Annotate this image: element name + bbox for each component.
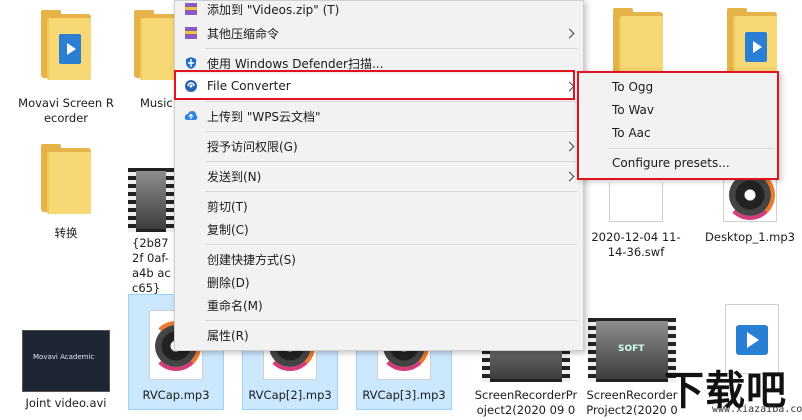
cloud-upload-icon	[183, 108, 199, 124]
item-label: RVCap[2].mp3	[248, 388, 332, 402]
menu-item-copy[interactable]: 复制(C)	[175, 217, 583, 241]
menu-item-other-compress[interactable]: 其他压缩命令	[175, 21, 583, 45]
video-thumbnail: SOFT	[588, 318, 676, 382]
desktop-item-mpeg4[interactable]: {2b872f 0af-a4b acc65} mpeg4	[128, 168, 174, 311]
folder-icon	[128, 6, 178, 86]
menu-separator	[205, 191, 577, 192]
item-label: Desktop_1.mp3	[705, 230, 795, 244]
item-label: 2020-12-04 11-14-36.swf	[591, 230, 681, 259]
menu-separator	[205, 131, 577, 132]
folder-icon	[35, 6, 97, 86]
desktop-item-swf[interactable]: 2020-12-04 11-14-36.swf	[588, 182, 684, 260]
folder-icon	[35, 140, 97, 220]
menu-item-grant-access[interactable]: 授予访问权限(G)	[175, 134, 583, 158]
watermark-logo: 下载吧 www.xiazaiba.com	[664, 368, 802, 415]
menu-item-rename[interactable]: 重命名(M)	[175, 293, 583, 317]
desktop-item-music-folder[interactable]: Music	[128, 0, 178, 111]
item-label: Music	[140, 96, 173, 110]
menu-item-delete[interactable]: 删除(D)	[175, 270, 583, 294]
highlight-box-submenu	[577, 71, 779, 180]
item-label: Movavi Screen Recorder	[18, 96, 114, 125]
menu-separator	[205, 244, 577, 245]
video-thumbnail: Movavi Academic	[22, 330, 110, 392]
menu-item-cut[interactable]: 剪切(T)	[175, 194, 583, 218]
defender-icon	[183, 55, 199, 71]
menu-separator	[205, 161, 577, 162]
archive-icon	[183, 25, 199, 41]
menu-separator	[205, 48, 577, 49]
item-label: Joint video.avi	[25, 396, 107, 410]
context-menu: 添加到 "Videos.zip" (T) 其他压缩命令 使用 Windows D…	[174, 0, 584, 351]
video-thumbnail	[128, 168, 174, 232]
menu-separator	[205, 320, 577, 321]
item-label: 转换	[54, 226, 78, 240]
menu-separator	[205, 101, 577, 102]
menu-item-send-to[interactable]: 发送到(N)	[175, 164, 583, 188]
desktop-item-convert-folder[interactable]: 转换	[18, 140, 114, 241]
item-label: RVCap.mp3	[142, 388, 210, 402]
item-label: ScreenRecorderProject2(2020 09 0	[474, 388, 578, 417]
chevron-right-icon	[564, 28, 575, 38]
chevron-right-icon	[564, 141, 575, 151]
menu-item-upload-wps[interactable]: 上传到 "WPS云文档"	[175, 104, 583, 128]
menu-item-properties[interactable]: 属性(R)	[175, 323, 583, 347]
desktop-item-movavi-folder[interactable]: Movavi Screen Recorder	[18, 0, 114, 126]
menu-item-add-to-zip[interactable]: 添加到 "Videos.zip" (T)	[175, 0, 583, 21]
menu-item-create-shortcut[interactable]: 创建快捷方式(S)	[175, 247, 583, 271]
mp3-icon	[723, 176, 777, 222]
swf-icon	[609, 182, 663, 222]
archive-icon	[183, 1, 199, 17]
chevron-right-icon	[564, 171, 575, 181]
highlight-box-file-converter	[174, 70, 575, 100]
desktop-item-desktop-mp3[interactable]: Desktop_1.mp3	[700, 176, 800, 245]
item-label: RVCap[3].mp3	[362, 388, 446, 402]
desktop-item-joint-video[interactable]: Movavi Academic Joint video.avi	[18, 330, 114, 411]
